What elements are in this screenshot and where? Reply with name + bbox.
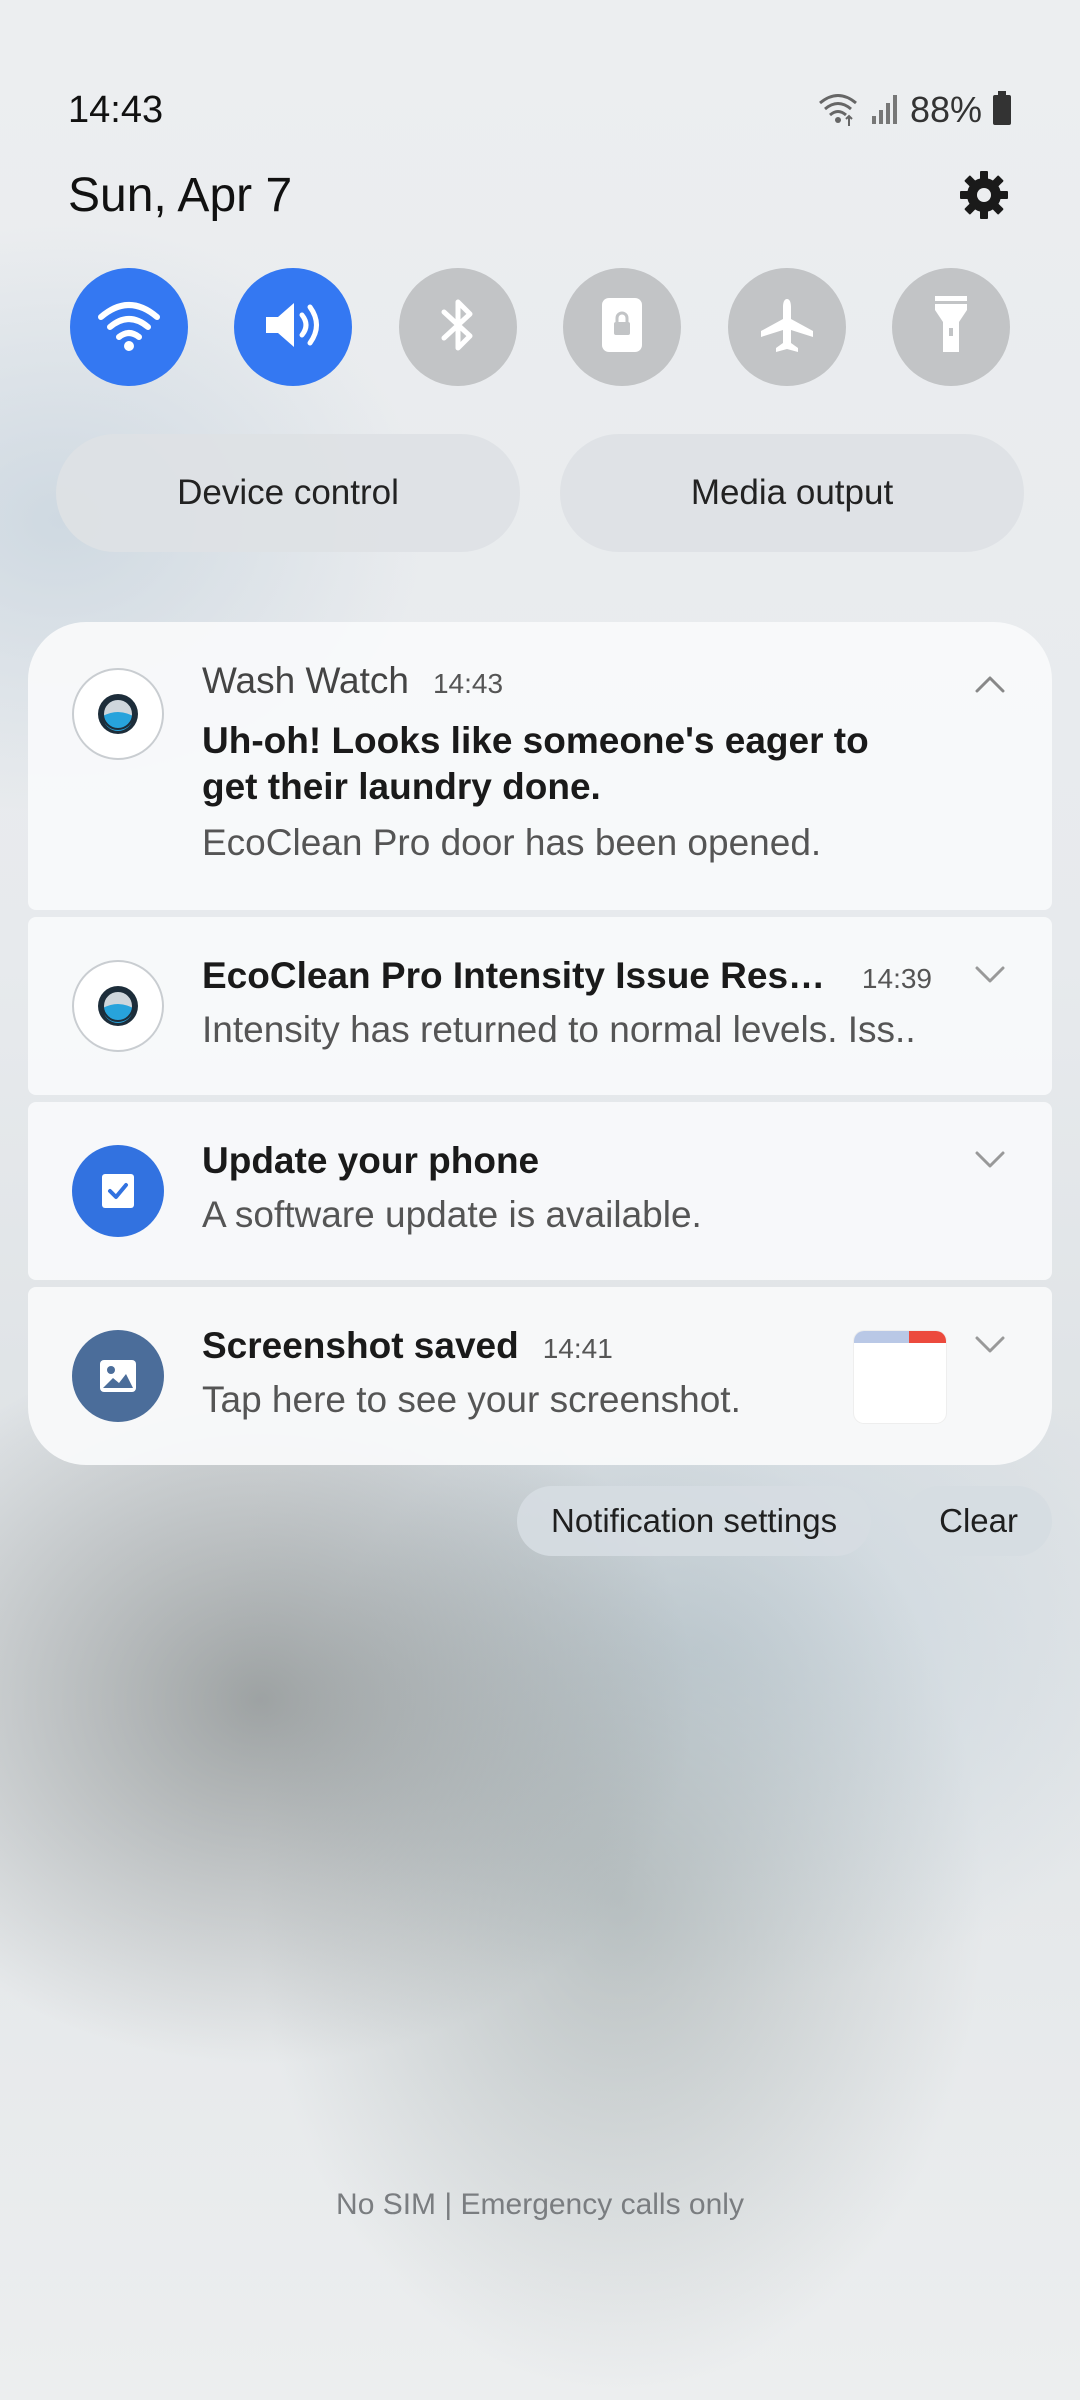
battery-percent: 88%: [909, 89, 982, 130]
media-output-button[interactable]: Media output: [560, 434, 1024, 552]
flashlight-icon: [931, 294, 971, 361]
notification-title: EcoClean Pro Intensity Issue Resol…: [202, 955, 838, 996]
notification-intensity[interactable]: EcoClean Pro Intensity Issue Resol… 14:3…: [28, 917, 1052, 1095]
quick-toggles: [70, 268, 1010, 386]
notification-headline: Uh-oh! Looks like someone's eager to get…: [202, 720, 869, 807]
toggle-wifi[interactable]: [70, 268, 188, 386]
notification-body: Intensity has returned to normal levels.…: [202, 1009, 916, 1050]
gallery-app-icon: [72, 1330, 164, 1422]
quick-action-pills: Device control Media output: [56, 434, 1024, 552]
notification-app-name: Wash Watch: [202, 660, 409, 701]
signal-icon: [870, 90, 900, 131]
notification-time: 14:39: [861, 963, 932, 994]
thumbnail-top-bar: [854, 1331, 946, 1343]
battery-icon: [992, 90, 1012, 130]
airplane-icon: [757, 295, 817, 360]
chevron-down-icon[interactable]: [972, 957, 1008, 993]
status-icons: 88%: [816, 88, 1012, 133]
toggle-bluetooth[interactable]: [398, 268, 517, 386]
notification-content: Screenshot saved 14:41 Tap here to see y…: [202, 1325, 932, 1421]
bluetooth-icon: [436, 294, 480, 361]
notification-content: Wash Watch 14:43 Uh-oh! Looks like someo…: [202, 660, 932, 864]
gear-icon[interactable]: [956, 167, 1012, 223]
notification-wash-watch[interactable]: Wash Watch 14:43 Uh-oh! Looks like someo…: [28, 622, 1052, 910]
chevron-up-icon[interactable]: [972, 666, 1008, 702]
toggle-sound[interactable]: [234, 268, 353, 386]
screenshot-thumbnail[interactable]: [854, 1331, 946, 1423]
notification-body: EcoClean Pro door has been opened.: [202, 822, 822, 863]
date-label: Sun, Apr 7: [68, 168, 293, 222]
notification-time: 14:43: [432, 668, 504, 699]
chevron-down-icon[interactable]: [972, 1142, 1008, 1178]
notification-update[interactable]: Update your phone A software update is a…: [28, 1102, 1052, 1280]
notification-time: 14:41: [542, 1333, 613, 1364]
notification-title: Update your phone: [202, 1140, 540, 1181]
toggle-airplane[interactable]: [727, 268, 846, 386]
chevron-down-icon[interactable]: [972, 1327, 1008, 1363]
notification-body: Tap here to see your screenshot.: [202, 1379, 741, 1420]
toggle-flashlight[interactable]: [891, 268, 1010, 386]
notification-list: Wash Watch 14:43 Uh-oh! Looks like someo…: [28, 622, 1052, 1472]
carrier-label: No SIM | Emergency calls only: [336, 2188, 744, 2221]
notification-content: EcoClean Pro Intensity Issue Resol… 14:3…: [202, 955, 932, 1051]
notification-settings-button[interactable]: Notification settings: [517, 1486, 872, 1556]
notification-actions: Notification settings Clear: [517, 1486, 1052, 1556]
notification-body: A software update is available.: [202, 1194, 702, 1235]
status-time: 14:43: [68, 88, 164, 131]
notification-screenshot[interactable]: Screenshot saved 14:41 Tap here to see y…: [28, 1287, 1052, 1465]
wash-watch-app-icon: [72, 960, 164, 1052]
toggle-rotation-lock[interactable]: [563, 268, 682, 386]
clear-button[interactable]: Clear: [905, 1486, 1052, 1556]
status-bar: 14:43 88%: [68, 82, 1012, 138]
notification-content: Update your phone A software update is a…: [202, 1140, 932, 1236]
software-update-app-icon: [72, 1145, 164, 1237]
wifi-status-icon: [816, 88, 860, 133]
wifi-icon: [97, 297, 161, 358]
wash-watch-app-icon: [72, 668, 164, 760]
date-row: Sun, Apr 7: [68, 162, 1012, 228]
sound-icon: [260, 295, 326, 360]
notification-title: Screenshot saved: [202, 1325, 519, 1366]
device-control-button[interactable]: Device control: [56, 434, 520, 552]
rotation-lock-icon: [598, 294, 646, 361]
